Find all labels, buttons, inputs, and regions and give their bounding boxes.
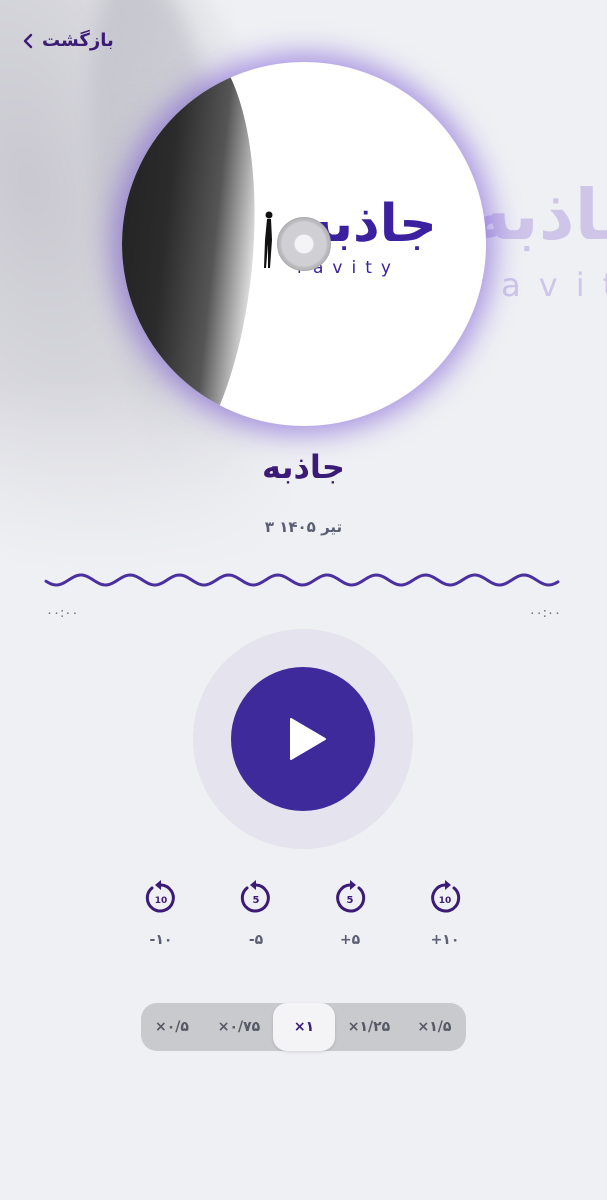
background-logo-ghost: جاذبه ravity — [470, 174, 607, 304]
rotate-ccw-icon: 5 — [240, 880, 270, 913]
episode-date: ۳ تیر ۱۴۰۵ — [264, 518, 343, 536]
skip-forward-10-label: +۱۰ — [430, 932, 460, 948]
skip-forward-10-button[interactable]: 10 +۱۰ — [420, 880, 470, 948]
svg-text:5: 5 — [347, 895, 354, 906]
speed-option-1-5[interactable]: ×۱/۵ — [403, 1003, 466, 1051]
chevron-left-icon — [23, 33, 33, 48]
speed-option-0-5[interactable]: ×۰/۵ — [141, 1003, 203, 1051]
skip-back-10-button[interactable]: 10 -۱۰ — [136, 880, 186, 948]
rotate-ccw-icon: 10 — [145, 880, 175, 913]
speed-option-1-25[interactable]: ×۱/۲۵ — [337, 1003, 401, 1051]
playback-speed-selector: ×۰/۵ ×۰/۷۵ ×۱ ×۱/۲۵ ×۱/۵ — [141, 1003, 466, 1051]
skip-forward-5-button[interactable]: 5 +۵ — [325, 880, 375, 948]
back-button[interactable]: بازگشت — [22, 30, 114, 51]
svg-text:10: 10 — [439, 896, 452, 906]
episode-title: جاذبه — [262, 448, 345, 486]
play-button[interactable] — [231, 667, 375, 811]
skip-back-5-label: -۵ — [248, 932, 264, 948]
rotate-cw-icon: 5 — [336, 880, 366, 913]
play-icon — [290, 718, 326, 760]
back-label: بازگشت — [42, 30, 114, 51]
episode-cover: جاذبه ravity — [122, 62, 486, 426]
speed-option-0-75[interactable]: ×۰/۷۵ — [207, 1003, 271, 1051]
svg-text:5: 5 — [253, 895, 260, 906]
progress-waveform[interactable] — [44, 566, 561, 594]
speed-option-1[interactable]: ×۱ — [273, 1003, 335, 1051]
time-total: ۰۰:۰۰ — [46, 606, 79, 621]
time-elapsed: ۰۰:۰۰ — [528, 606, 561, 621]
cover-figure — [264, 211, 273, 268]
cover-disc-hole — [277, 217, 331, 271]
cover-photo — [122, 62, 276, 426]
skip-back-10-label: -۱۰ — [149, 932, 173, 948]
svg-text:10: 10 — [155, 896, 168, 906]
skip-forward-5-label: +۵ — [339, 932, 361, 948]
skip-back-5-button[interactable]: 5 -۵ — [231, 880, 281, 948]
rotate-cw-icon: 10 — [431, 880, 461, 913]
